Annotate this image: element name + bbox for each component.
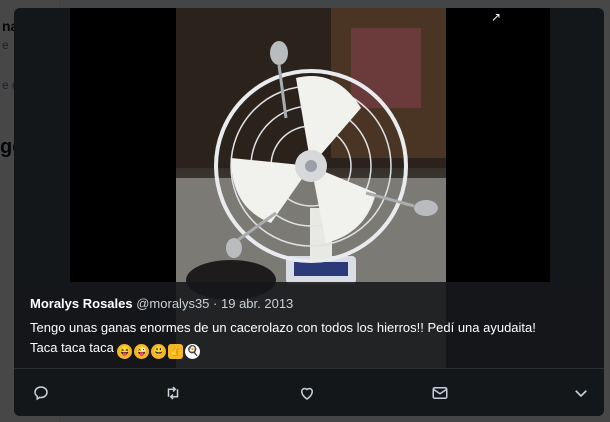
author-handle[interactable]: @moralys35 (136, 296, 209, 311)
squinting-tongue-face-emoji: 😝 (117, 344, 133, 359)
expand-icon[interactable]: ↗ (489, 10, 503, 24)
thumbs-up-emoji: 👍 (168, 344, 184, 359)
like-button[interactable] (296, 383, 318, 403)
tweet-media-modal: ↗ Moralys Rosales @moralys35 · 19 abr. 2… (14, 8, 604, 416)
tweet-text: Tengo unas ganas enormes de un cacerolaz… (30, 318, 588, 359)
reply-button[interactable] (30, 383, 52, 403)
grinning-face-emoji: 😃 (151, 344, 167, 359)
author-name[interactable]: Moralys Rosales (30, 296, 133, 311)
tweet-text-line1: Tengo unas ganas enormes de un cacerolaz… (30, 320, 536, 335)
like-icon (300, 387, 314, 400)
egg-emoji: 🍳 (185, 344, 201, 359)
tweet-actions (14, 368, 604, 416)
tweet-date[interactable]: 19 abr. 2013 (221, 296, 293, 311)
more-button[interactable] (570, 383, 592, 403)
retweet-icon (167, 386, 179, 400)
zany-face-emoji: 😜 (134, 344, 150, 359)
reply-icon (34, 386, 48, 401)
tweet-caption: Moralys Rosales @moralys35 · 19 abr. 201… (14, 282, 604, 368)
direct-message-icon (432, 387, 448, 399)
retweet-button[interactable] (162, 383, 184, 403)
tweet-text-line2: Taca taca taca (30, 340, 114, 355)
direct-message-button[interactable] (429, 383, 451, 403)
more-chevron-icon (575, 390, 587, 398)
media-container: ↗ (70, 8, 550, 368)
separator-dot: · (213, 296, 218, 311)
tweet-header: Moralys Rosales @moralys35 · 19 abr. 201… (30, 296, 588, 312)
